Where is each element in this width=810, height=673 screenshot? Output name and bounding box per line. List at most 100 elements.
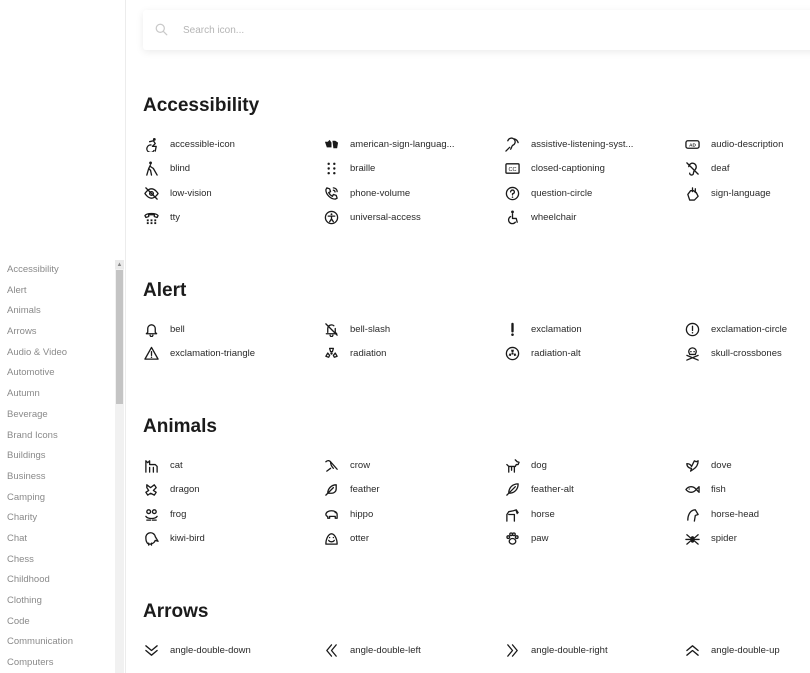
icon-item[interactable]: exclamation-triangle <box>143 344 255 364</box>
braille-icon <box>323 160 340 177</box>
icon-item[interactable]: angle-double-up <box>684 640 780 660</box>
kiwi-bird-icon <box>143 530 160 547</box>
icon-label: bell <box>170 323 185 335</box>
icon-item[interactable]: crow <box>323 455 370 475</box>
sidebar-category-item[interactable]: Business <box>7 469 115 490</box>
sidebar-category-item[interactable]: Camping <box>7 490 115 511</box>
sidebar-category-item[interactable]: Buildings <box>7 448 115 469</box>
icon-label: american-sign-languag... <box>350 138 455 150</box>
icon-item[interactable]: horse <box>504 504 555 524</box>
icon-item[interactable]: blind <box>143 159 190 179</box>
icon-item[interactable]: hippo <box>323 504 373 524</box>
icon-label: angle-double-right <box>531 644 608 656</box>
paw-icon <box>504 530 521 547</box>
crow-icon <box>323 457 340 474</box>
sidebar-category-item[interactable]: Computers <box>7 655 115 673</box>
sidebar-category-item[interactable]: Animals <box>7 303 115 324</box>
scroll-up-arrow-icon[interactable]: ▲ <box>115 260 124 269</box>
sidebar-scrollbar[interactable]: ▲ <box>115 260 124 673</box>
icon-item[interactable]: cat <box>143 455 183 475</box>
icon-item[interactable]: bell-slash <box>323 319 390 339</box>
icon-item[interactable]: spider <box>684 529 737 549</box>
icon-item[interactable]: wheelchair <box>504 208 576 228</box>
scrollbar-thumb[interactable] <box>116 270 123 404</box>
icon-label: cat <box>170 459 183 471</box>
icon-item[interactable]: angle-double-left <box>323 640 421 660</box>
icon-label: exclamation <box>531 323 582 335</box>
icon-item[interactable]: kiwi-bird <box>143 529 205 549</box>
angle-double-right-icon <box>504 642 521 659</box>
icon-item[interactable]: skull-crossbones <box>684 344 782 364</box>
frog-icon <box>143 506 160 523</box>
icon-item[interactable]: CC closed-captioning <box>504 159 605 179</box>
icon-item[interactable]: frog <box>143 504 186 524</box>
sidebar-category-item[interactable]: Audio & Video <box>7 345 115 366</box>
icon-item[interactable]: AD audio-description <box>684 134 783 154</box>
icon-item[interactable]: radiation <box>323 344 386 364</box>
icon-item[interactable]: dragon <box>143 480 200 500</box>
icon-label: skull-crossbones <box>711 348 782 359</box>
sidebar-category-item[interactable]: Communication <box>7 634 115 655</box>
icon-item[interactable]: tty <box>143 208 180 228</box>
sign-language-icon <box>684 185 701 202</box>
icon-item[interactable]: horse-head <box>684 504 759 524</box>
icon-item[interactable]: fish <box>684 480 726 500</box>
sidebar-category-item[interactable]: Chat <box>7 531 115 552</box>
sidebar-category-item[interactable]: Accessibility <box>7 262 115 283</box>
section-title: Alert <box>143 280 187 301</box>
icon-item[interactable]: dog <box>504 455 547 475</box>
sidebar-category-item[interactable]: Charity <box>7 510 115 531</box>
icon-section: Accessibility accessible-icon american-sig… <box>143 94 810 225</box>
icon-label: deaf <box>711 163 730 174</box>
icon-item[interactable]: braille <box>323 159 375 179</box>
icon-label: horse <box>531 508 555 520</box>
otter-icon <box>323 530 340 547</box>
sidebar-category-item[interactable]: Brand Icons <box>7 428 115 449</box>
icon-item[interactable]: paw <box>504 529 548 549</box>
icon-item[interactable]: exclamation-circle <box>684 319 787 339</box>
sidebar-category-item[interactable]: Code <box>7 614 115 635</box>
search-icon <box>155 23 168 36</box>
icon-item[interactable]: feather <box>323 480 380 500</box>
icon-label: feather <box>350 484 380 495</box>
icon-label: paw <box>531 533 549 544</box>
sidebar-category-item[interactable]: Beverage <box>7 407 115 428</box>
skull-crossbones-icon <box>684 345 701 362</box>
radiation-icon <box>323 345 340 362</box>
icon-item[interactable]: question-circle <box>504 183 592 203</box>
icon-label: phone-volume <box>350 187 411 199</box>
icon-item[interactable]: angle-double-right <box>504 640 608 660</box>
icon-item[interactable]: angle-double-down <box>143 640 251 660</box>
icon-section: Animals cat crow dog dove dragon feather feathe… <box>143 415 810 546</box>
icon-item[interactable]: exclamation <box>504 319 582 339</box>
icon-item[interactable]: low-vision <box>143 183 212 203</box>
icon-label: dove <box>711 459 732 471</box>
icon-item[interactable]: american-sign-languag... <box>323 134 455 154</box>
icon-item[interactable]: dove <box>684 455 732 475</box>
sidebar-category-item[interactable]: Clothing <box>7 593 115 614</box>
icon-label: exclamation-circle <box>711 323 788 335</box>
icon-item[interactable]: phone-volume <box>323 183 410 203</box>
icon-item[interactable]: bell <box>143 319 185 339</box>
icon-item[interactable]: sign-language <box>684 183 771 203</box>
sidebar-category-item[interactable]: Autumn <box>7 386 115 407</box>
search-input[interactable] <box>183 20 783 40</box>
sidebar-category-item[interactable]: Arrows <box>7 324 115 345</box>
sidebar-category-item[interactable]: Alert <box>7 283 115 304</box>
search-bar <box>143 10 810 50</box>
sidebar-category-item[interactable]: Automotive <box>7 365 115 386</box>
icon-label: fish <box>711 484 726 495</box>
icon-item[interactable]: otter <box>323 529 369 549</box>
icon-item[interactable]: radiation-alt <box>504 344 581 364</box>
icon-item[interactable]: deaf <box>684 159 730 179</box>
dove-icon <box>684 457 701 474</box>
icon-item[interactable]: assistive-listening-syst... <box>504 134 633 154</box>
spider-icon <box>684 530 701 547</box>
sidebar-category-item[interactable]: Chess <box>7 552 115 573</box>
feather-alt-icon <box>504 481 521 498</box>
sidebar-category-item[interactable]: Childhood <box>7 572 115 593</box>
exclamation-triangle-icon <box>143 345 160 362</box>
icon-item[interactable]: accessible-icon <box>143 134 235 154</box>
icon-item[interactable]: feather-alt <box>504 480 574 500</box>
icon-item[interactable]: universal-access <box>323 208 421 228</box>
